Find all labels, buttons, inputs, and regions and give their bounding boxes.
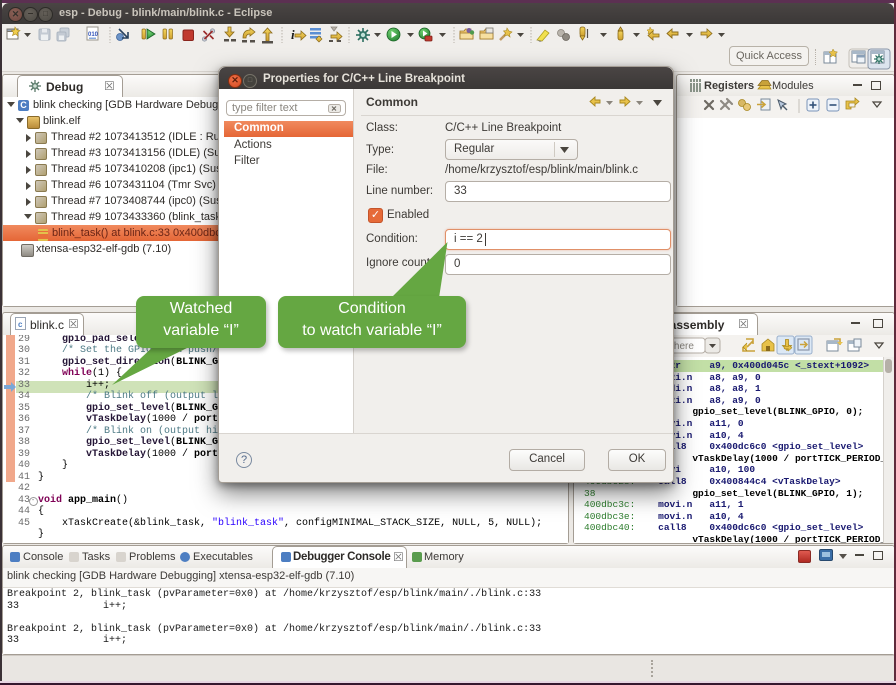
svg-text:i: i	[291, 27, 295, 42]
svg-text:010: 010	[88, 32, 99, 38]
svg-text:c: c	[18, 320, 23, 329]
